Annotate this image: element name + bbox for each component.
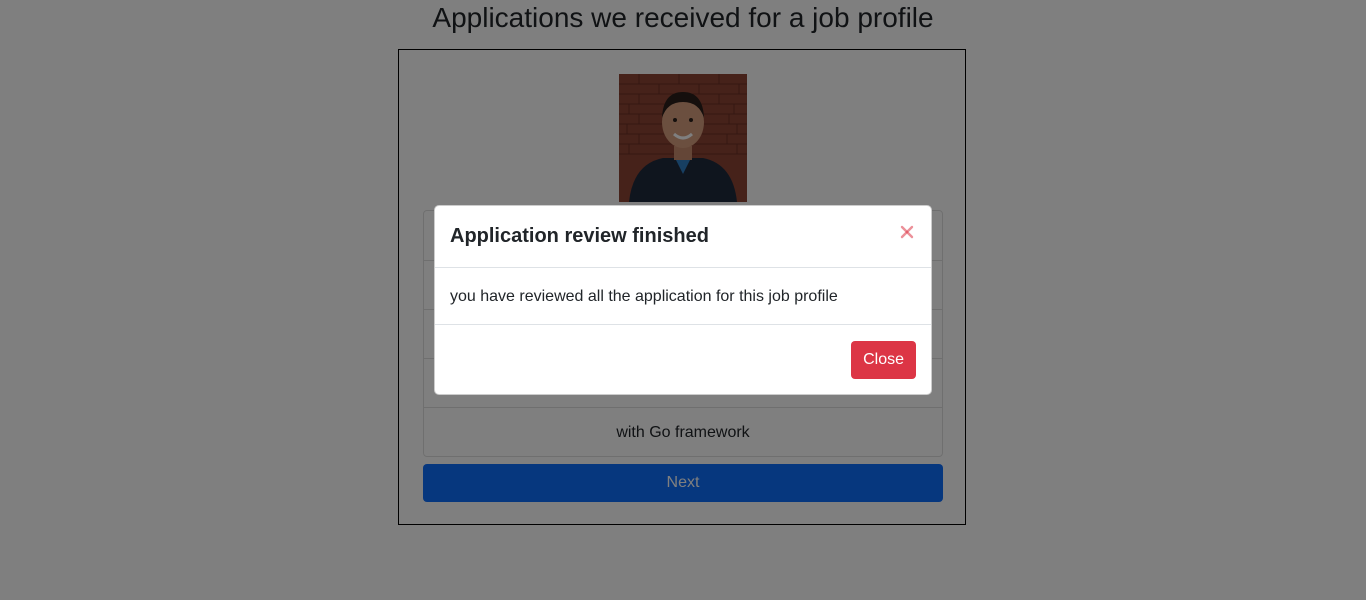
review-finished-modal: Application review finished you have rev… [434,205,932,395]
close-icon[interactable] [899,224,915,240]
modal-footer: Close [435,325,931,394]
page: Applications we received for a job profi… [0,0,1366,600]
modal-title: Application review finished [450,225,709,247]
close-button[interactable]: Close [851,341,916,379]
modal-body: you have reviewed all the application fo… [435,268,931,325]
modal-header: Application review finished [435,206,931,268]
